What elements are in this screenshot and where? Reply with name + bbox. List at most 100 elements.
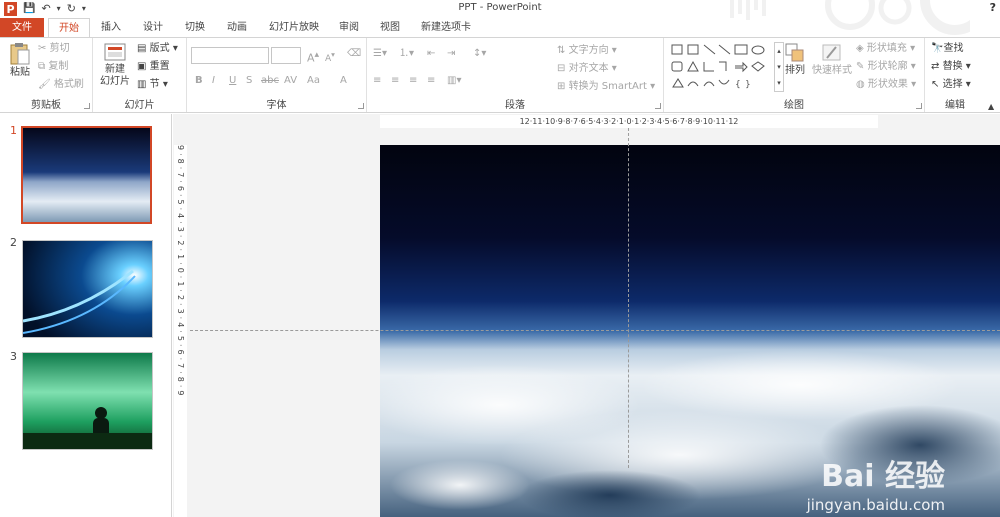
- group-editing: 🔭查找 ⇄ 替换 ▾ ↖ 选择 ▾ 编辑: [925, 38, 985, 112]
- underline-button[interactable]: U: [229, 74, 236, 88]
- format-painter-button[interactable]: 🖌 格式刷: [38, 78, 84, 92]
- grow-font-button[interactable]: A▴: [307, 48, 319, 66]
- strikethrough-button[interactable]: abc: [261, 74, 279, 88]
- slide-canvas[interactable]: Bai 经验 jingyan.baidu.com: [380, 145, 1000, 517]
- tab-view[interactable]: 视图: [372, 18, 408, 37]
- font-color-button[interactable]: A: [340, 74, 347, 88]
- quick-styles-button[interactable]: 快速样式: [812, 42, 852, 78]
- help-button[interactable]: ?: [990, 1, 996, 14]
- slide-thumbnail-3[interactable]: [22, 352, 153, 450]
- ribbon-tabs: 文件 开始 插入 设计 切换 动画 幻灯片放映 审阅 视图 新建选项卡: [0, 18, 1000, 38]
- paste-button[interactable]: 粘贴: [6, 42, 34, 80]
- baidu-watermark-url: jingyan.baidu.com: [806, 496, 945, 514]
- reset-label: 重置: [149, 61, 170, 72]
- brush-icon: 🖌: [38, 79, 51, 90]
- tab-home[interactable]: 开始: [48, 18, 90, 38]
- clipboard-launcher-icon[interactable]: [84, 103, 90, 109]
- section-icon: ▥: [137, 79, 147, 90]
- align-right-icon[interactable]: ≡: [409, 74, 417, 88]
- cut-button[interactable]: ✂ 剪切: [38, 42, 70, 56]
- find-button[interactable]: 🔭查找: [931, 42, 963, 56]
- shape-effects-label: 形状效果: [867, 79, 908, 90]
- drawing-launcher-icon[interactable]: [916, 103, 922, 109]
- new-slide-label-2: 幻灯片: [100, 76, 130, 87]
- smartart-button[interactable]: ⊞ 转换为 SmartArt ▾: [557, 80, 655, 94]
- slide-number: 1: [10, 124, 17, 137]
- section-label: 节: [149, 79, 160, 90]
- quick-styles-label: 快速样式: [812, 65, 852, 76]
- clear-formatting-icon[interactable]: ⌫: [347, 47, 361, 61]
- shape-effects-button[interactable]: ◍ 形状效果 ▾: [856, 78, 916, 92]
- collapse-ribbon-icon[interactable]: ▲: [988, 100, 994, 114]
- clipboard-icon: [10, 43, 30, 65]
- tab-insert[interactable]: 插入: [92, 18, 130, 37]
- arrange-button[interactable]: 排列: [782, 42, 808, 78]
- paragraph-launcher-icon[interactable]: [655, 103, 661, 109]
- group-label-clipboard: 剪贴板: [31, 100, 61, 111]
- bullets-icon[interactable]: ☰▾: [373, 47, 387, 61]
- font-size-select[interactable]: [271, 47, 301, 64]
- section-button[interactable]: ▥ 节 ▾: [137, 78, 168, 92]
- reset-button[interactable]: ▣ 重置: [137, 60, 170, 74]
- slide-thumbnail-pane: 1 2 3: [0, 114, 172, 517]
- change-case-button[interactable]: Aa: [307, 74, 320, 88]
- columns-icon[interactable]: ▥▾: [447, 74, 461, 88]
- smartart-icon: ⊞: [557, 81, 566, 92]
- cut-label: 剪切: [49, 43, 70, 54]
- copy-button[interactable]: ⧉ 复制: [38, 60, 68, 74]
- align-text-label: 对齐文本: [568, 63, 609, 74]
- slide-number: 2: [10, 236, 17, 249]
- align-center-icon[interactable]: ≡: [391, 74, 399, 88]
- tab-new[interactable]: 新建选项卡: [414, 18, 478, 37]
- svg-text:{: {: [735, 80, 741, 90]
- increase-indent-icon[interactable]: ⇥: [447, 47, 455, 61]
- shape-outline-button[interactable]: ✎ 形状轮廓 ▾: [856, 60, 916, 74]
- slide-thumbnail-2[interactable]: [22, 240, 153, 338]
- font-launcher-icon[interactable]: [358, 103, 364, 109]
- align-left-icon[interactable]: ≡: [373, 74, 381, 88]
- shadow-button[interactable]: S: [246, 74, 252, 88]
- numbering-icon[interactable]: ⒈▾: [399, 47, 414, 61]
- line-spacing-icon[interactable]: ↕▾: [473, 47, 486, 61]
- tab-transitions[interactable]: 切换: [176, 18, 214, 37]
- new-slide-icon: [104, 43, 126, 61]
- bold-button[interactable]: B: [195, 74, 203, 88]
- slide-3-preview: [23, 353, 152, 449]
- shrink-font-button[interactable]: A▾: [325, 48, 335, 66]
- copy-label: 复制: [48, 61, 69, 72]
- reset-icon: ▣: [137, 61, 147, 72]
- text-direction-button[interactable]: ⇅ 文字方向 ▾: [557, 44, 617, 58]
- char-spacing-button[interactable]: AV: [284, 74, 297, 88]
- text-direction-label: 文字方向: [568, 45, 609, 56]
- find-label: 查找: [943, 43, 964, 54]
- italic-button[interactable]: I: [212, 74, 215, 88]
- replace-button[interactable]: ⇄ 替换 ▾: [931, 60, 971, 74]
- tab-slideshow[interactable]: 幻灯片放映: [262, 18, 326, 37]
- baidu-watermark: Bai 经验: [821, 459, 945, 494]
- layout-icon: ▤: [137, 43, 147, 54]
- arrange-label: 排列: [785, 65, 805, 76]
- slide-1-preview: [23, 128, 150, 222]
- binoculars-icon: 🔭: [931, 43, 944, 54]
- justify-icon[interactable]: ≡: [427, 74, 435, 88]
- font-family-select[interactable]: [191, 47, 269, 64]
- group-font: A▴ A▾ ⌫ B I U S abc AV Aa A 字体: [187, 38, 367, 112]
- new-slide-button[interactable]: 新建 幻灯片: [97, 42, 133, 88]
- decrease-indent-icon[interactable]: ⇤: [427, 47, 435, 61]
- layout-label: 版式: [149, 43, 170, 54]
- shapes-gallery[interactable]: {}: [670, 42, 774, 92]
- tab-design[interactable]: 设计: [134, 18, 172, 37]
- horizontal-guide[interactable]: [190, 330, 1000, 331]
- align-text-button[interactable]: ⊟ 对齐文本 ▾: [557, 62, 617, 76]
- horizontal-ruler: 12·11·10·9·8·7·6·5·4·3·2·1·0·1·2·3·4·5·6…: [380, 115, 878, 128]
- select-button[interactable]: ↖ 选择 ▾: [931, 78, 971, 92]
- tab-animations[interactable]: 动画: [218, 18, 256, 37]
- tab-review[interactable]: 审阅: [332, 18, 366, 37]
- tab-file[interactable]: 文件: [0, 18, 44, 37]
- shape-fill-button[interactable]: ◈ 形状填充 ▾: [856, 42, 915, 56]
- slide-thumbnail-1[interactable]: [21, 126, 152, 224]
- layout-button[interactable]: ▤ 版式 ▾: [137, 42, 178, 56]
- group-slides: 新建 幻灯片 ▤ 版式 ▾ ▣ 重置 ▥ 节 ▾ 幻灯片: [93, 38, 187, 112]
- vertical-guide[interactable]: [628, 128, 629, 468]
- fill-bucket-icon: ◈: [856, 43, 864, 54]
